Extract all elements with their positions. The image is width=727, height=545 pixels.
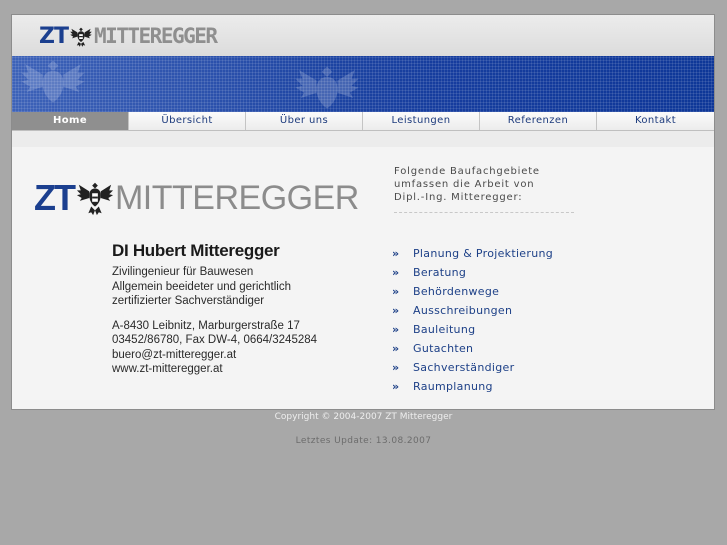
eagle-icon: [70, 27, 92, 47]
double-chevron-icon: »: [392, 266, 400, 279]
service-label: Ausschreibungen: [413, 304, 513, 317]
title-line: Allgemein beeideter und gerichtlich: [112, 280, 291, 293]
service-link-sachverstaendiger[interactable]: » Sachverständiger: [392, 358, 612, 377]
double-chevron-icon: »: [392, 380, 400, 393]
last-update: Letztes Update: 13.08.2007: [295, 436, 432, 446]
copyright-notice: Copyright © 2004-2007 ZT Mitteregger: [274, 412, 453, 422]
content-separator: [12, 131, 714, 147]
service-label: Gutachten: [413, 342, 474, 355]
address-line: A-8430 Leibnitz, Marburgerstraße 17: [112, 319, 300, 332]
contact-card: DI Hubert Mitteregger Zivilingenieur für…: [112, 241, 372, 377]
title-line: zertifizierter Sachverständiger: [112, 295, 265, 307]
logo-name: MITTEREGGER: [93, 24, 218, 48]
eagle-icon: [76, 182, 114, 216]
website-line: www.zt-mitteregger.at: [112, 363, 223, 375]
card-logo-prefix: ZT: [34, 177, 76, 218]
email-line: buero@zt-mitteregger.at: [112, 348, 237, 361]
intro-line: Dipl.-Ing. Mitteregger:: [394, 192, 523, 203]
service-link-bauleitung[interactable]: » Bauleitung: [392, 320, 612, 339]
nav-ueber-uns[interactable]: Über uns: [246, 112, 363, 130]
service-label: Beratung: [413, 266, 467, 279]
header-banner: [12, 56, 714, 112]
service-link-raumplanung[interactable]: » Raumplanung: [392, 377, 612, 396]
service-label: Planung & Projektierung: [413, 247, 554, 260]
service-label: Bauleitung: [413, 323, 476, 336]
logo-prefix: ZT: [39, 23, 69, 49]
services-list: » Planung & Projektierung » Beratung » Behö…: [392, 244, 612, 396]
nav-uebersicht[interactable]: Übersicht: [129, 112, 246, 130]
nav-leistungen[interactable]: Leistungen: [363, 112, 480, 130]
service-link-gutachten[interactable]: » Gutachten: [392, 339, 612, 358]
services-intro: Folgende Baufachgebiete umfassen die Arb…: [394, 165, 594, 204]
site-logo[interactable]: ZT MITTEREGGER: [39, 23, 218, 49]
phone-line: 03452/86780, Fax DW-4, 0664/3245284: [112, 334, 318, 346]
page-frame: ZT MITTEREGGER Home Übersicht Über uns L…: [11, 14, 715, 410]
service-link-planung[interactable]: » Planung & Projektierung: [392, 244, 612, 263]
double-chevron-icon: »: [392, 342, 400, 355]
nav-home[interactable]: Home: [12, 112, 129, 130]
double-chevron-icon: »: [392, 323, 400, 336]
service-label: Raumplanung: [413, 380, 493, 393]
top-header: ZT MITTEREGGER: [12, 15, 714, 56]
service-label: Sachverständiger: [413, 361, 515, 374]
main-navigation: Home Übersicht Über uns Leistungen Refer…: [12, 112, 714, 131]
double-chevron-icon: »: [392, 247, 400, 260]
service-link-behoerdenwege[interactable]: » Behördenwege: [392, 282, 612, 301]
service-label: Behördenwege: [413, 285, 500, 298]
intro-line: umfassen die Arbeit von: [394, 179, 535, 190]
double-chevron-icon: »: [392, 361, 400, 374]
nav-kontakt[interactable]: Kontakt: [597, 112, 714, 130]
person-name: DI Hubert Mitteregger: [112, 241, 280, 260]
service-link-ausschreibungen[interactable]: » Ausschreibungen: [392, 301, 612, 320]
intro-line: Folgende Baufachgebiete: [394, 166, 540, 177]
banner-eagle-icon: [21, 60, 85, 103]
title-line: Zivilingenieur für Bauwesen: [112, 266, 254, 278]
double-chevron-icon: »: [392, 285, 400, 298]
nav-referenzen[interactable]: Referenzen: [480, 112, 597, 130]
dotted-divider: [394, 212, 574, 213]
business-card-logo: ZT MITTEREGGER: [34, 177, 359, 219]
double-chevron-icon: »: [392, 304, 400, 317]
service-link-beratung[interactable]: » Beratung: [392, 263, 612, 282]
card-logo-name: MITTEREGGER: [114, 178, 359, 217]
